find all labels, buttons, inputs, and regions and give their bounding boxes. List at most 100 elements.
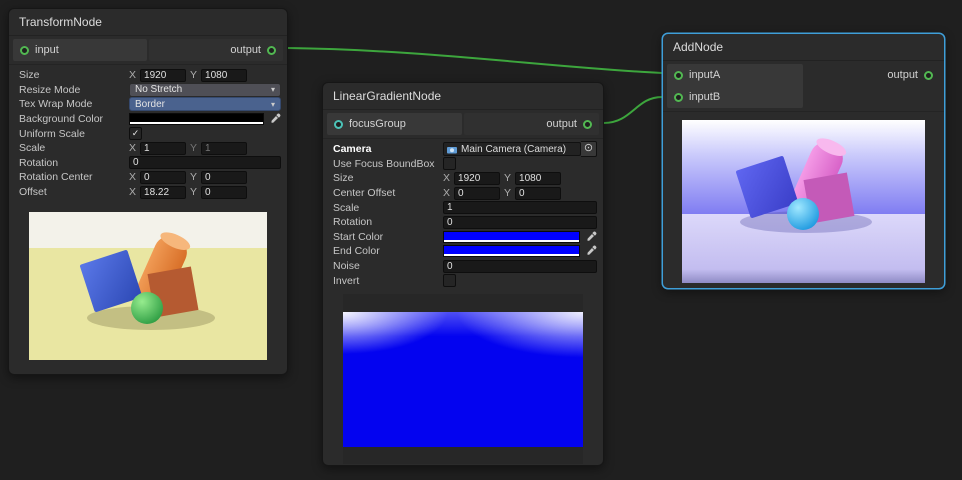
resize-mode-row: Resize Mode No Stretch ▾	[13, 83, 283, 98]
x-axis-label: X	[129, 69, 136, 81]
rotation-field[interactable]: 0	[443, 216, 597, 229]
camera-object-icon	[447, 145, 457, 154]
invert-checkbox[interactable]	[443, 274, 456, 287]
uniform-scale-row: Uniform Scale ✓	[13, 126, 283, 141]
gradient-preview-image	[343, 312, 583, 447]
add-inputs-panel: inputA inputB	[667, 64, 803, 108]
use-focus-boundbox-checkbox[interactable]	[443, 157, 456, 170]
background-color-swatch[interactable]	[129, 113, 264, 125]
y-axis-label: Y	[504, 187, 511, 199]
inputA-port-label: inputA	[689, 69, 720, 81]
edge-transform-output-to-addnode-inputA[interactable]	[288, 48, 662, 73]
add-node[interactable]: AddNode inputA inputB output	[662, 33, 945, 289]
background-color-label: Background Color	[13, 113, 129, 125]
rotation-center-y-field[interactable]: 0	[201, 171, 247, 184]
add-outputs-panel: output	[805, 64, 941, 86]
tex-wrap-mode-dropdown[interactable]: Border ▾	[129, 97, 281, 111]
output-port-icon[interactable]	[583, 120, 592, 129]
add-node-title-bar[interactable]: AddNode	[663, 34, 944, 61]
size-x-field[interactable]: 1920	[140, 69, 186, 82]
background-color-row: Background Color	[13, 112, 283, 127]
noise-field[interactable]: 0	[443, 260, 597, 273]
eyedropper-icon[interactable]	[268, 113, 281, 125]
add-node-preview	[682, 120, 925, 283]
chevron-down-icon: ▾	[271, 85, 275, 94]
start-color-swatch[interactable]	[443, 231, 580, 243]
transform-node-ports: input output	[9, 36, 287, 65]
y-axis-label: Y	[504, 172, 511, 184]
focusgroup-port-label: focusGroup	[349, 118, 406, 130]
port-inputB[interactable]: inputB	[667, 86, 803, 108]
rotation-center-label: Rotation Center	[13, 171, 129, 183]
use-focus-boundbox-row: Use Focus BoundBox	[327, 157, 599, 172]
end-color-swatch[interactable]	[443, 245, 580, 257]
lineargradient-node-ports: focusGroup output	[323, 110, 603, 139]
lineargradient-node[interactable]: LinearGradientNode focusGroup output Cam…	[322, 82, 604, 466]
rotation-center-x-field[interactable]: 0	[140, 171, 186, 184]
port-input[interactable]: input	[13, 39, 147, 61]
port-output[interactable]: output	[805, 64, 941, 86]
inputA-port-icon[interactable]	[674, 71, 683, 80]
center-offset-x-field[interactable]: 0	[454, 187, 500, 200]
size-label: Size	[13, 69, 129, 81]
invert-row: Invert	[327, 273, 599, 288]
transform-node-title-bar[interactable]: TransformNode	[9, 9, 287, 36]
rotation-label: Rotation	[327, 216, 443, 228]
size-x-field[interactable]: 1920	[454, 172, 500, 185]
rotation-label: Rotation	[13, 157, 129, 169]
graph-canvas[interactable]: TransformNode input output Size X	[0, 0, 962, 480]
x-axis-label: X	[443, 187, 450, 199]
port-output[interactable]: output	[464, 113, 599, 135]
rotation-row: Rotation 0	[327, 215, 599, 230]
output-port-icon[interactable]	[924, 71, 933, 80]
port-focusgroup[interactable]: focusGroup	[327, 113, 462, 135]
center-offset-y-field[interactable]: 0	[515, 187, 561, 200]
focusgroup-port-icon[interactable]	[334, 120, 343, 129]
size-y-field[interactable]: 1080	[515, 172, 561, 185]
transform-outputs-panel: output	[149, 39, 283, 61]
inputB-port-icon[interactable]	[674, 93, 683, 102]
scale-field[interactable]: 1	[443, 201, 597, 214]
camera-object-name: Main Camera (Camera)	[461, 144, 566, 155]
resize-mode-dropdown[interactable]: No Stretch ▾	[129, 83, 281, 97]
scale-x-field[interactable]: 1	[140, 142, 186, 155]
y-axis-label: Y	[190, 69, 197, 81]
x-axis-label: X	[129, 171, 136, 183]
lineargradient-outputs-panel: output	[464, 113, 599, 135]
resize-mode-label: Resize Mode	[13, 84, 129, 96]
camera-label: Camera	[327, 143, 443, 155]
scale-label: Scale	[13, 142, 129, 154]
scale-row: Scale X 1 Y 1	[13, 141, 283, 156]
transform-node-properties: Size X 1920 Y 1080 Resize Mode No Stretc…	[9, 65, 287, 200]
scale-row: Scale 1	[327, 200, 599, 215]
output-port-label: output	[546, 118, 577, 130]
eyedropper-icon[interactable]	[584, 231, 597, 243]
port-output[interactable]: output	[149, 39, 283, 61]
noise-row: Noise 0	[327, 259, 599, 274]
lineargradient-node-title-bar[interactable]: LinearGradientNode	[323, 83, 603, 110]
rotation-field[interactable]: 0	[129, 156, 281, 169]
add-preview-image	[682, 120, 925, 283]
offset-y-field[interactable]: 0	[201, 186, 247, 199]
object-picker-icon[interactable]: ⊙	[581, 141, 597, 157]
output-port-label: output	[887, 69, 918, 81]
transform-preview-image	[29, 212, 267, 360]
size-y-field[interactable]: 1080	[201, 69, 247, 82]
scale-y-field: 1	[201, 142, 247, 155]
noise-label: Noise	[327, 260, 443, 272]
lineargradient-node-properties: Camera Main Camera (Camera) ⊙ Use Focus …	[323, 139, 603, 289]
uniform-scale-label: Uniform Scale	[13, 128, 129, 140]
uniform-scale-checkbox[interactable]: ✓	[129, 127, 142, 140]
output-port-icon[interactable]	[267, 46, 276, 55]
camera-object-field[interactable]: Main Camera (Camera)	[443, 142, 581, 156]
x-axis-label: X	[129, 186, 136, 198]
scale-label: Scale	[327, 202, 443, 214]
transform-node[interactable]: TransformNode input output Size X	[8, 8, 288, 375]
eyedropper-icon[interactable]	[584, 245, 597, 257]
port-inputA[interactable]: inputA	[667, 64, 803, 86]
offset-x-field[interactable]: 18.22	[140, 186, 186, 199]
input-port-icon[interactable]	[20, 46, 29, 55]
edge-lineargradient-output-to-addnode-inputB[interactable]	[604, 97, 662, 123]
tex-wrap-mode-label: Tex Wrap Mode	[13, 98, 129, 110]
x-axis-label: X	[129, 142, 136, 154]
